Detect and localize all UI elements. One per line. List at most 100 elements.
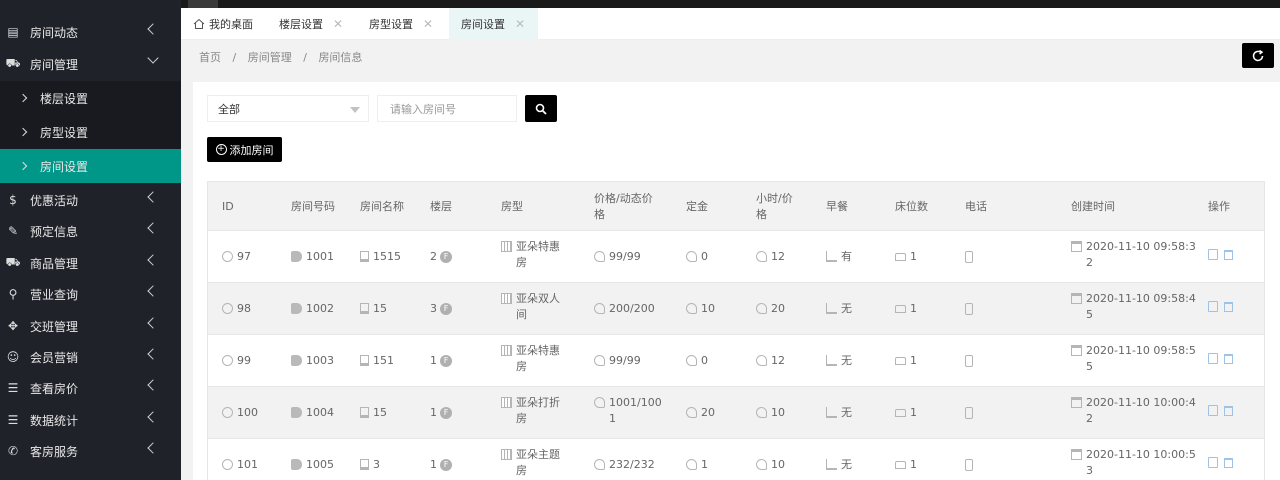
cell-beds-value: 1 bbox=[910, 354, 917, 367]
sidebar-item-room-status[interactable]: ▤ 房间动态 bbox=[0, 16, 181, 48]
trash-icon[interactable] bbox=[1224, 354, 1233, 364]
sidebar-item-business-query[interactable]: ⚲ 营业查询 bbox=[0, 278, 181, 310]
money-icon bbox=[594, 459, 605, 470]
money-icon bbox=[756, 251, 767, 262]
cell-floor-value: 1 bbox=[430, 458, 437, 471]
cell-room-no-value: 1003 bbox=[306, 354, 334, 367]
edit-icon[interactable] bbox=[1208, 405, 1218, 416]
cell-created-line1: 2020-11-10 10:00:5 bbox=[1086, 448, 1196, 461]
bookmark-icon bbox=[360, 407, 369, 418]
tag-icon bbox=[291, 303, 302, 314]
room-number-search-input[interactable]: 请输入房间号 bbox=[377, 95, 517, 122]
breadcrumb-room-management[interactable]: 房间管理 bbox=[248, 51, 292, 64]
edit-icon[interactable] bbox=[1208, 301, 1218, 312]
sidebar-subitem-floor-settings[interactable]: 楼层设置 bbox=[0, 81, 181, 115]
sidebar-item-shift-management[interactable]: ✥ 交班管理 bbox=[0, 310, 181, 342]
trash-icon[interactable] bbox=[1224, 302, 1233, 312]
close-icon[interactable]: ✕ bbox=[515, 17, 525, 31]
calendar-icon bbox=[1071, 397, 1082, 408]
breakfast-icon bbox=[826, 459, 837, 470]
room-type-select[interactable]: 全部 bbox=[207, 95, 369, 122]
calendar-icon: ▤ bbox=[7, 25, 19, 39]
sidebar-item-room-management[interactable]: ⛟ 房间管理 bbox=[0, 48, 181, 80]
edit-icon: ✎ bbox=[7, 224, 19, 238]
close-icon[interactable]: ✕ bbox=[333, 17, 343, 31]
row-actions bbox=[1208, 353, 1233, 364]
tag-icon bbox=[291, 251, 302, 262]
col-header-created: 创建时间 bbox=[1071, 200, 1115, 213]
edit-icon[interactable] bbox=[1208, 457, 1218, 468]
col-header-ops: 操作 bbox=[1208, 200, 1230, 213]
add-room-button[interactable]: + 添加房间 bbox=[207, 137, 282, 162]
sidebar-item-room-service[interactable]: ✆ 客房服务 bbox=[0, 435, 181, 467]
money-icon bbox=[756, 407, 767, 418]
cell-floor: 1F bbox=[430, 405, 452, 421]
cell-room-type: 亚朵主题房 bbox=[501, 447, 560, 479]
cell-beds-value: 1 bbox=[910, 302, 917, 315]
close-icon[interactable]: ✕ bbox=[423, 17, 433, 31]
tab-my-desktop[interactable]: 我的桌面 bbox=[193, 8, 273, 40]
tab-room-settings[interactable]: 房间设置 ✕ bbox=[449, 8, 538, 40]
col-header-id: ID bbox=[222, 200, 234, 213]
cell-created-line1: 2020-11-10 10:00:4 bbox=[1086, 396, 1196, 409]
sidebar-subitem-room-settings[interactable]: 房间设置 bbox=[0, 149, 181, 183]
list-icon: ☰ bbox=[7, 381, 19, 395]
phone-icon bbox=[965, 407, 973, 419]
floor-badge-icon: F bbox=[440, 459, 452, 471]
money-icon bbox=[594, 251, 605, 262]
breadcrumb-separator: / bbox=[232, 51, 237, 64]
edit-icon[interactable] bbox=[1208, 353, 1218, 364]
cell-breakfast: 无 bbox=[826, 301, 852, 317]
sidebar-item-promotions[interactable]: $ 优惠活动 bbox=[0, 184, 181, 216]
money-icon bbox=[594, 303, 605, 314]
tab-roomtype-settings[interactable]: 房型设置 ✕ bbox=[369, 8, 447, 40]
sidebar-item-statistics[interactable]: ☰ 数据统计 bbox=[0, 404, 181, 436]
money-icon bbox=[756, 459, 767, 470]
table-row: 101 1005 3 1 F 亚朵主题房 232/232 1 10 无 1 2020-11-10 10… bbox=[207, 439, 1265, 480]
col-header-hourly-line2: 格 bbox=[756, 208, 767, 221]
cart-icon: ⛟ bbox=[5, 56, 21, 70]
id-icon bbox=[222, 303, 233, 314]
cell-room-type-line2: 房 bbox=[516, 412, 527, 425]
tab-bar: 我的桌面 楼层设置 ✕ 房型设置 ✕ 房间设置 ✕ bbox=[181, 8, 1280, 40]
sidebar-item-member-marketing[interactable]: ☺ 会员营销 bbox=[0, 341, 181, 373]
cell-room-type: 亚朵特惠房 bbox=[501, 239, 560, 271]
sidebar-item-label: 会员营销 bbox=[30, 350, 79, 365]
tab-label: 楼层设置 bbox=[279, 18, 323, 31]
cell-id-value: 97 bbox=[237, 250, 251, 263]
sidebar-item-products[interactable]: ⛟ 商品管理 bbox=[0, 247, 181, 279]
search-button[interactable] bbox=[525, 95, 557, 122]
cell-breakfast: 无 bbox=[826, 353, 852, 369]
refresh-button[interactable] bbox=[1242, 43, 1274, 68]
trash-icon[interactable] bbox=[1224, 406, 1233, 416]
chevron-down-icon bbox=[147, 52, 159, 64]
phone-icon: ✆ bbox=[7, 444, 19, 458]
cell-price: 99/99 bbox=[594, 353, 641, 369]
breadcrumb-home[interactable]: 首页 bbox=[199, 51, 221, 64]
money-icon bbox=[686, 459, 697, 470]
cell-deposit-value: 10 bbox=[701, 302, 715, 315]
cell-beds: 1 bbox=[895, 405, 917, 421]
id-icon bbox=[222, 355, 233, 366]
chevron-left-icon bbox=[147, 442, 159, 454]
sidebar-item-label: 房间管理 bbox=[30, 57, 79, 72]
cell-room-no: 1003 bbox=[291, 353, 334, 369]
sidebar-item-room-prices[interactable]: ☰ 查看房价 bbox=[0, 372, 181, 404]
sidebar-subitem-roomtype-settings[interactable]: 房型设置 bbox=[0, 115, 181, 149]
cell-room-no-value: 1002 bbox=[306, 302, 334, 315]
cell-room-no: 1004 bbox=[291, 405, 334, 421]
tab-label: 房间设置 bbox=[461, 18, 505, 31]
col-header-room-no: 房间号码 bbox=[291, 200, 335, 213]
sidebar-item-reservations[interactable]: ✎ 预定信息 bbox=[0, 215, 181, 247]
room-type-icon bbox=[501, 449, 512, 460]
select-value: 全部 bbox=[218, 102, 240, 116]
trash-icon[interactable] bbox=[1224, 250, 1233, 260]
trash-icon[interactable] bbox=[1224, 458, 1233, 468]
edit-icon[interactable] bbox=[1208, 249, 1218, 260]
chevron-left-icon bbox=[147, 285, 159, 297]
cell-phone bbox=[965, 457, 977, 471]
tab-floor-settings[interactable]: 楼层设置 ✕ bbox=[279, 8, 359, 40]
cell-floor: 3F bbox=[430, 301, 452, 317]
cell-room-no-value: 1001 bbox=[306, 250, 334, 263]
home-icon bbox=[193, 18, 205, 29]
